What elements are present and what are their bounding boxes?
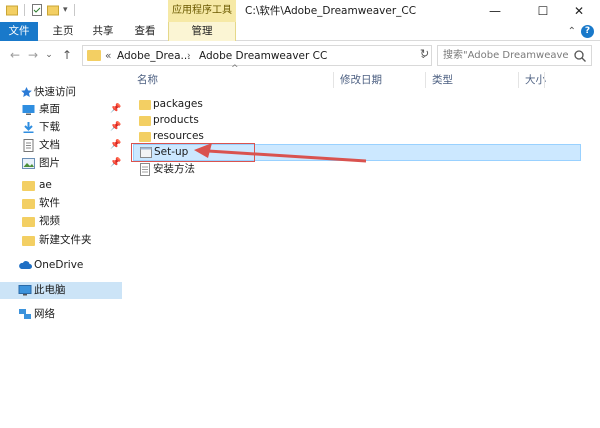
pin-icon: 📌 — [110, 122, 122, 132]
title-bar: ▾ 应用程序工具 C:\软件\Adobe_Dreamweaver_CC — ☐ … — [0, 0, 600, 22]
column-header-size[interactable]: 大小 — [525, 72, 546, 88]
column-header-modified[interactable]: 修改日期 — [340, 72, 382, 88]
nav-item-folder[interactable]: 新建文件夹 — [0, 232, 122, 249]
folder-icon — [22, 181, 35, 191]
nav-item-folder[interactable]: 软件 — [0, 195, 122, 212]
folder-icon — [139, 132, 151, 142]
nav-item-folder[interactable]: ae — [0, 177, 122, 194]
desktop-icon — [22, 105, 35, 115]
ribbon-tabs: 文件 主页 共享 查看 管理 ⌃ ? — [0, 22, 600, 41]
customize-toolbar-icon[interactable]: ▾ — [63, 5, 68, 15]
nav-quick-access[interactable]: 快速访问 — [0, 84, 122, 101]
folder-icon — [22, 217, 35, 227]
nav-item-download[interactable]: 下载 📌 — [0, 119, 122, 136]
quick-access-toolbar: ▾ — [6, 4, 77, 16]
help-icon[interactable]: ? — [581, 25, 594, 38]
tab-file[interactable]: 文件 — [0, 22, 38, 41]
text-file-icon — [140, 163, 150, 176]
forward-button[interactable]: → — [26, 46, 40, 64]
folder-icon — [87, 50, 101, 61]
breadcrumb-current[interactable]: Adobe Dreamweaver CC — [199, 48, 327, 64]
minimize-button[interactable]: — — [474, 0, 516, 22]
tab-share[interactable]: 共享 — [88, 22, 118, 41]
address-row: ← → ⌄ ↑ « Adobe_Drea... › Adobe Dreamwea… — [0, 42, 600, 68]
computer-icon — [18, 285, 32, 296]
column-divider[interactable] — [544, 72, 545, 88]
navigation-pane: 快速访问 桌面 📌 下载 📌 文档 📌 图片 📌 ae 软件 视频 新建文件夹 … — [0, 68, 122, 428]
nav-item-this-pc[interactable]: 此电脑 — [0, 282, 122, 299]
nav-item-network[interactable]: 网络 — [0, 306, 122, 323]
nav-item-desktop[interactable]: 桌面 📌 — [0, 101, 122, 118]
column-header-name[interactable]: 名称 — [137, 72, 158, 88]
search-placeholder[interactable]: 搜索"Adobe Dreamweaver ... — [443, 48, 568, 64]
recent-locations-button[interactable]: ⌄ — [44, 46, 54, 64]
breadcrumb-separator-icon[interactable]: › — [187, 48, 191, 64]
nav-item-documents[interactable]: 文档 📌 — [0, 137, 122, 154]
application-tools-label: 应用程序工具 — [168, 0, 236, 22]
column-header-type[interactable]: 类型 — [432, 72, 453, 88]
list-item[interactable]: packages — [133, 96, 581, 113]
download-icon — [23, 122, 34, 133]
refresh-icon[interactable]: ↻ — [420, 47, 429, 60]
document-icon — [23, 139, 34, 152]
column-divider[interactable] — [518, 72, 519, 88]
folder-icon — [139, 100, 151, 110]
sort-ascending-icon: ^ — [231, 64, 239, 74]
collapse-ribbon-icon[interactable]: ⌃ — [568, 26, 576, 37]
star-icon — [21, 87, 32, 97]
up-button[interactable]: ↑ — [60, 46, 74, 64]
search-icon[interactable] — [573, 48, 587, 64]
new-folder-icon[interactable] — [47, 4, 59, 16]
address-bar[interactable]: « Adobe_Drea... › Adobe Dreamweaver CC ⌄ — [82, 45, 432, 66]
tab-manage[interactable]: 管理 — [168, 22, 236, 41]
folder-icon — [6, 5, 18, 16]
network-icon — [19, 309, 31, 319]
search-box[interactable]: 搜索"Adobe Dreamweaver ... — [437, 45, 592, 66]
column-divider[interactable] — [333, 72, 334, 88]
pin-icon: 📌 — [110, 104, 122, 114]
nav-item-folder[interactable]: 视频 — [0, 213, 122, 230]
folder-icon — [22, 199, 35, 209]
tab-home[interactable]: 主页 — [48, 22, 78, 41]
nav-item-onedrive[interactable]: OneDrive — [0, 257, 122, 274]
properties-icon[interactable] — [31, 4, 43, 16]
tab-view[interactable]: 查看 — [130, 22, 160, 41]
breadcrumb-parent[interactable]: Adobe_Drea... — [117, 48, 191, 64]
pin-icon: 📌 — [110, 140, 122, 150]
nav-item-pictures[interactable]: 图片 📌 — [0, 155, 122, 172]
folder-icon — [22, 236, 35, 246]
list-item[interactable]: products — [133, 112, 581, 129]
cloud-icon — [19, 261, 32, 269]
toolbar-divider — [24, 4, 25, 16]
close-button[interactable]: ✕ — [558, 0, 600, 22]
pictures-icon — [22, 158, 35, 169]
folder-icon — [139, 116, 151, 126]
annotation-arrow-icon — [194, 143, 367, 163]
breadcrumb-overflow[interactable]: « — [105, 48, 111, 64]
toolbar-divider — [73, 4, 75, 16]
window-title: C:\软件\Adobe_Dreamweaver_CC — [245, 5, 417, 17]
column-divider[interactable] — [425, 72, 426, 88]
pin-icon: 📌 — [110, 158, 122, 168]
back-button[interactable]: ← — [8, 46, 22, 64]
